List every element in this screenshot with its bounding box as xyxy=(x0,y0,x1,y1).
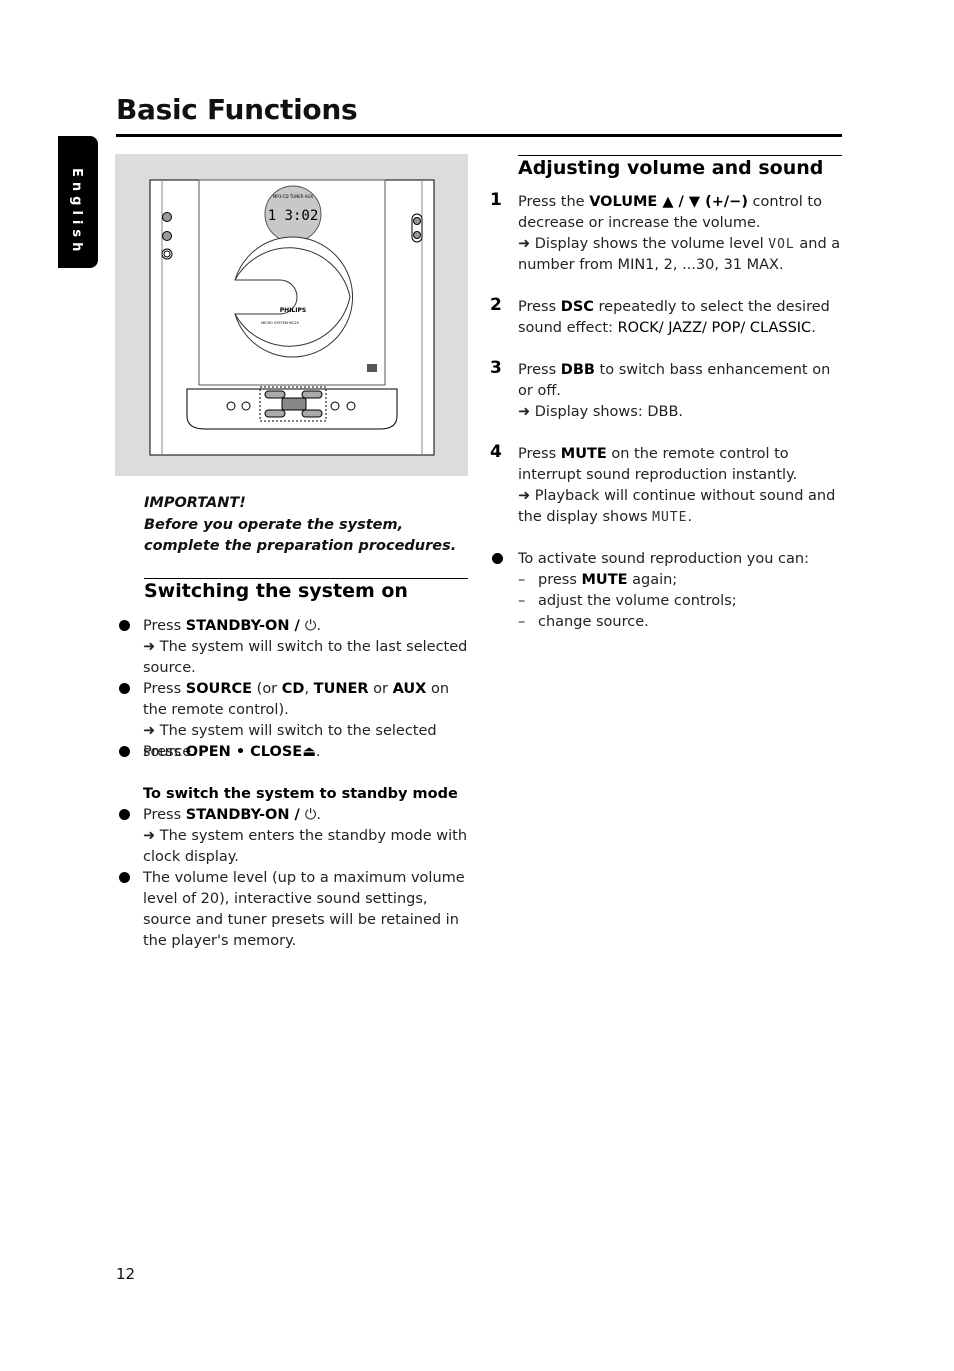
bullet-icon xyxy=(119,683,130,694)
result-text: ➜ The system enters the standby mode wit… xyxy=(143,828,468,865)
section-divider xyxy=(518,155,842,156)
step-item: 2 Press DSC repeatedly to select the des… xyxy=(490,295,830,336)
device-illustration: MP3-CD TUNER AUX 1 3:02 PHILIPS MICRO SY… xyxy=(115,154,468,476)
display-label-top: MP3-CD TUNER AUX xyxy=(273,194,314,199)
list-item: Press OPEN • CLOSE⏏. xyxy=(117,742,472,763)
option-item: – press MUTE again; xyxy=(518,572,678,588)
section-heading-switching-on: Switching the system on xyxy=(144,580,408,602)
option-item: – adjust the volume controls; xyxy=(518,593,737,609)
step-item: 1 Press the VOLUME ▲ / ▼ (+/−) control t… xyxy=(490,190,841,273)
dsc-key: DSC xyxy=(560,299,594,315)
language-tab: English xyxy=(58,136,98,268)
bullet-icon xyxy=(492,553,503,564)
page-number: 12 xyxy=(116,1265,136,1283)
list-item: To activate sound reproduction you can: … xyxy=(490,549,846,633)
step-number: 3 xyxy=(490,358,502,378)
mute-key: MUTE xyxy=(560,446,607,462)
bullet-icon xyxy=(119,620,130,631)
step-item: 4 Press MUTE on the remote control to in… xyxy=(490,442,836,525)
bullet-icon xyxy=(119,809,130,820)
step-item: 3 Press DBB to switch bass enhancement o… xyxy=(490,358,831,420)
list-item: Press STANDBY-ON / ⏻. ➜ The system will … xyxy=(117,616,472,679)
standby-on-key: STANDBY-ON / xyxy=(185,618,305,634)
volume-key: VOLUME ▲ / ▼ (+/−) xyxy=(589,194,748,210)
important-text: Before you operate the system, complete … xyxy=(144,516,457,555)
step-number: 2 xyxy=(490,295,502,315)
power-icon: ⏻ xyxy=(304,618,317,634)
micro-system-drawing: MP3-CD TUNER AUX 1 3:02 PHILIPS MICRO SY… xyxy=(149,179,435,456)
step-number: 4 xyxy=(490,442,502,462)
list-item: The volume level (up to a maximum volume… xyxy=(117,868,472,952)
bullet-icon xyxy=(119,746,130,757)
section-divider xyxy=(144,578,468,579)
display-readout: 1 3:02 xyxy=(268,208,319,224)
section-heading-adjusting: Adjusting volume and sound xyxy=(518,157,824,179)
result-text: ➜ The system will switch to the last sel… xyxy=(143,639,468,676)
bullet-icon xyxy=(119,872,130,883)
step-number: 1 xyxy=(490,190,502,210)
display-segment-mute: MUTE xyxy=(652,510,688,525)
model-label: MICRO SYSTEM MC20 xyxy=(261,321,299,325)
important-note: IMPORTANT! Before you operate the system… xyxy=(144,493,474,558)
standby-subheading: To switch the system to standby mode xyxy=(143,786,458,802)
power-icon: ⏻ xyxy=(304,807,317,823)
display-segment-vol: VOL xyxy=(768,237,795,252)
important-label: IMPORTANT! xyxy=(144,495,246,511)
list-item: Press STANDBY-ON / ⏻. ➜ The system enter… xyxy=(117,805,472,868)
sound-effect-options: ROCK/ JAZZ/ POP/ CLASSIC xyxy=(617,320,812,336)
option-item: – change source. xyxy=(518,614,649,630)
page-title: Basic Functions xyxy=(116,93,358,126)
title-divider xyxy=(116,134,842,137)
dbb-key: DBB xyxy=(560,362,595,378)
brand-logo: PHILIPS xyxy=(280,307,306,314)
eject-icon: ⏏ xyxy=(302,744,316,760)
language-tab-label: English xyxy=(69,168,84,257)
